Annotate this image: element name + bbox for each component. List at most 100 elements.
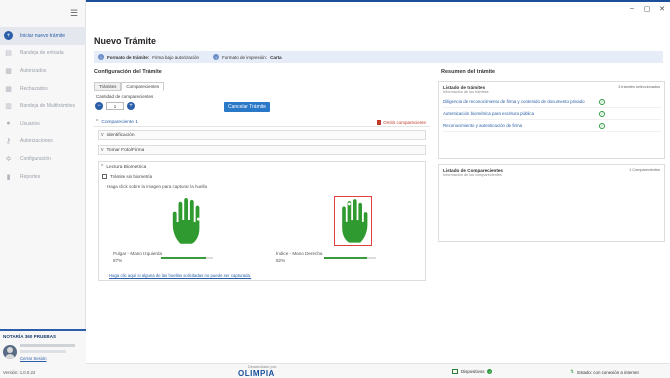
finger-2-label: Índice - Mano Derecha <box>276 251 323 256</box>
biometric-title: Lectura Biometrica <box>106 164 147 170</box>
help-capture-link[interactable]: Haga clic aquí si alguna de las huellas … <box>109 273 251 278</box>
finger-2-quality: 82% <box>276 258 286 263</box>
connection-status: ↯ Estado: con conexión a internet <box>570 369 639 375</box>
increment-button[interactable]: + <box>127 102 135 110</box>
tramite-row[interactable]: Diligencia de reconocimiento de firma y … <box>443 96 661 108</box>
compareciente-label: Compareciente 1 <box>101 119 138 125</box>
devices-icon <box>452 369 458 374</box>
tramites-count: 3 trámites seleccionados <box>618 85 660 89</box>
tab-tramites[interactable]: Trámites <box>94 82 122 91</box>
olimpia-logo: OLIMPIA <box>238 369 275 378</box>
hamburger-menu-icon[interactable]: ☰ <box>70 8 78 19</box>
sidebar-item-label: Iniciar nuevo trámite <box>20 32 66 39</box>
accordion-label: Identificación <box>106 132 135 138</box>
trash-icon <box>377 120 382 125</box>
omit-label: Omitir compareciente <box>383 120 426 125</box>
sin-biometria-checkbox-row[interactable]: Trámite sin biometría <box>102 174 152 179</box>
notaria-name: NOTARÍA 360 PRUEBAS <box>3 334 57 339</box>
window-titlebar: – ▢ ✕ <box>0 0 670 18</box>
config-panel: Trámites Comparecientes Cantidad de comp… <box>94 77 432 304</box>
finger-1-label: Pulgar - Mano Izquierda <box>113 251 163 256</box>
formato-impresion-value: Carta <box>270 54 282 60</box>
sidebar-item-autorizaciones[interactable]: ⚷ Autorizaciones <box>0 133 86 151</box>
info-icon: i <box>213 54 220 60</box>
sidebar-item-label: Autorizaciones <box>20 138 53 145</box>
formato-tramite-label: Formato de trámite: <box>107 54 150 60</box>
cantidad-input[interactable]: 1 <box>106 102 124 110</box>
sidebar-item-label: Rechazados <box>20 85 48 92</box>
user-email-redacted <box>20 350 66 353</box>
cantidad-label: Cantidad de comparecientes <box>96 94 154 99</box>
accordion-label: Tomar Foto/Firma <box>106 147 145 153</box>
user-icon: ● <box>6 120 11 128</box>
chevron-up-icon: ^ <box>96 119 99 125</box>
summary-section-title: Resumen del trámite <box>441 69 496 75</box>
sidebar-item-multitramites[interactable]: ▥ Bandeja de Multitrámites <box>0 97 86 115</box>
compareciente-header[interactable]: ^ Compareciente 1 Omitir compareciente <box>94 118 430 127</box>
sidebar-item-bandeja-entrada[interactable]: ▤ Bandeja de entrada <box>0 45 86 63</box>
accordion-foto-firma[interactable]: v Tomar Foto/Firma <box>98 145 426 155</box>
sidebar-item-label: Configuración <box>20 155 51 162</box>
finger-1-quality-fill <box>161 257 207 259</box>
sidebar: ☰ + Iniciar nuevo trámite ▤ Bandeja de e… <box>0 0 86 378</box>
tramite-row[interactable]: Reconocimiento y autenticación de firma … <box>443 120 661 132</box>
comparecientes-count: 1 Comparecientes <box>629 168 660 172</box>
tramite-name: Reconocimiento y autenticación de firma <box>443 123 523 128</box>
multi-inbox-icon: ▥ <box>5 103 12 111</box>
accordion-identificacion[interactable]: v Identificación <box>98 130 426 140</box>
tab-comparecientes[interactable]: Comparecientes <box>121 82 165 91</box>
sidebar-item-label: Usuarios <box>20 120 40 127</box>
left-thumb-hand-icon[interactable] <box>169 196 207 246</box>
sidebar-item-rechazados[interactable]: ▦ Rechazados <box>0 80 86 98</box>
omit-compareciente-button[interactable]: Omitir compareciente <box>377 120 426 125</box>
chart-icon: ▮ <box>6 173 11 181</box>
sin-biometria-checkbox[interactable] <box>102 174 107 179</box>
config-section-title: Configuración del Trámite <box>94 69 162 75</box>
user-name-redacted <box>20 344 75 347</box>
formato-impresion-label: Formato de impresión: <box>222 54 268 60</box>
decrement-button[interactable]: − <box>95 102 103 110</box>
finger-2-quality-fill <box>324 257 367 259</box>
tramite-row[interactable]: Autenticación biométrica para escritura … <box>443 108 661 120</box>
cantidad-stepper: − 1 + <box>95 102 135 110</box>
config-tabs: Trámites Comparecientes <box>94 82 165 91</box>
version-label: Versión: 1.0.0.22 <box>3 370 36 375</box>
logout-link[interactable]: Cerrar Sesión <box>20 356 47 361</box>
plus-icon: + <box>4 31 13 41</box>
sidebar-item-configuracion[interactable]: ✲ Configuración <box>0 150 86 168</box>
sin-biometria-label: Trámite sin biometría <box>110 174 153 179</box>
biometric-section: ^ Lectura Biometrica Trámite sin biometr… <box>98 161 426 281</box>
sidebar-item-label: Bandeja de entrada <box>20 50 64 57</box>
tramite-name: Diligencia de reconocimiento de firma y … <box>443 99 585 104</box>
devices-label: Dispositivos <box>461 369 485 374</box>
right-index-hand-icon[interactable] <box>334 196 372 246</box>
check-circle-icon: ✓ <box>599 122 605 129</box>
sidebar-item-usuarios[interactable]: ● Usuarios <box>0 115 86 133</box>
info-icon: i <box>98 54 104 60</box>
sidebar-item-label: Bandeja de Multitrámites <box>20 103 76 110</box>
finger-1-quality-bar <box>161 257 213 259</box>
sidebar-item-label: Autorizados <box>20 67 47 74</box>
capture-hint: Haga click sobre la imagen para capturar… <box>107 184 208 189</box>
sidebar-item-autorizados[interactable]: ▦ Autorizados <box>0 62 86 80</box>
document-check-icon: ▦ <box>5 67 12 75</box>
sidebar-item-iniciar-tramite[interactable]: + Iniciar nuevo trámite <box>0 27 86 45</box>
avatar <box>3 345 17 359</box>
sidebar-menu: + Iniciar nuevo trámite ▤ Bandeja de ent… <box>0 27 86 185</box>
status-footer: Desarrollado por: OLIMPIA Dispositivos ✓… <box>86 363 670 378</box>
close-button[interactable]: ✕ <box>658 5 666 13</box>
wifi-icon: ↯ <box>570 369 575 375</box>
main-content: Nuevo Trámite i Formato de trámite: Firm… <box>86 18 670 363</box>
cancel-tramite-button[interactable]: Cancelar Trámite <box>224 102 270 112</box>
sidebar-item-reportes[interactable]: ▮ Reportes <box>0 168 86 186</box>
biometric-header[interactable]: ^ Lectura Biometrica <box>99 164 146 170</box>
check-circle-icon: ✓ <box>599 110 605 117</box>
minimize-button[interactable]: – <box>628 5 636 13</box>
maximize-button[interactable]: ▢ <box>643 5 651 13</box>
document-x-icon: ▦ <box>5 85 12 93</box>
formato-tramite-value: Firma bajo autorización <box>152 54 200 60</box>
inbox-icon: ▤ <box>5 50 12 58</box>
devices-status[interactable]: Dispositivos ✓ <box>452 369 493 374</box>
chevron-down-icon: v <box>101 132 104 138</box>
chevron-up-icon: ^ <box>101 164 104 170</box>
